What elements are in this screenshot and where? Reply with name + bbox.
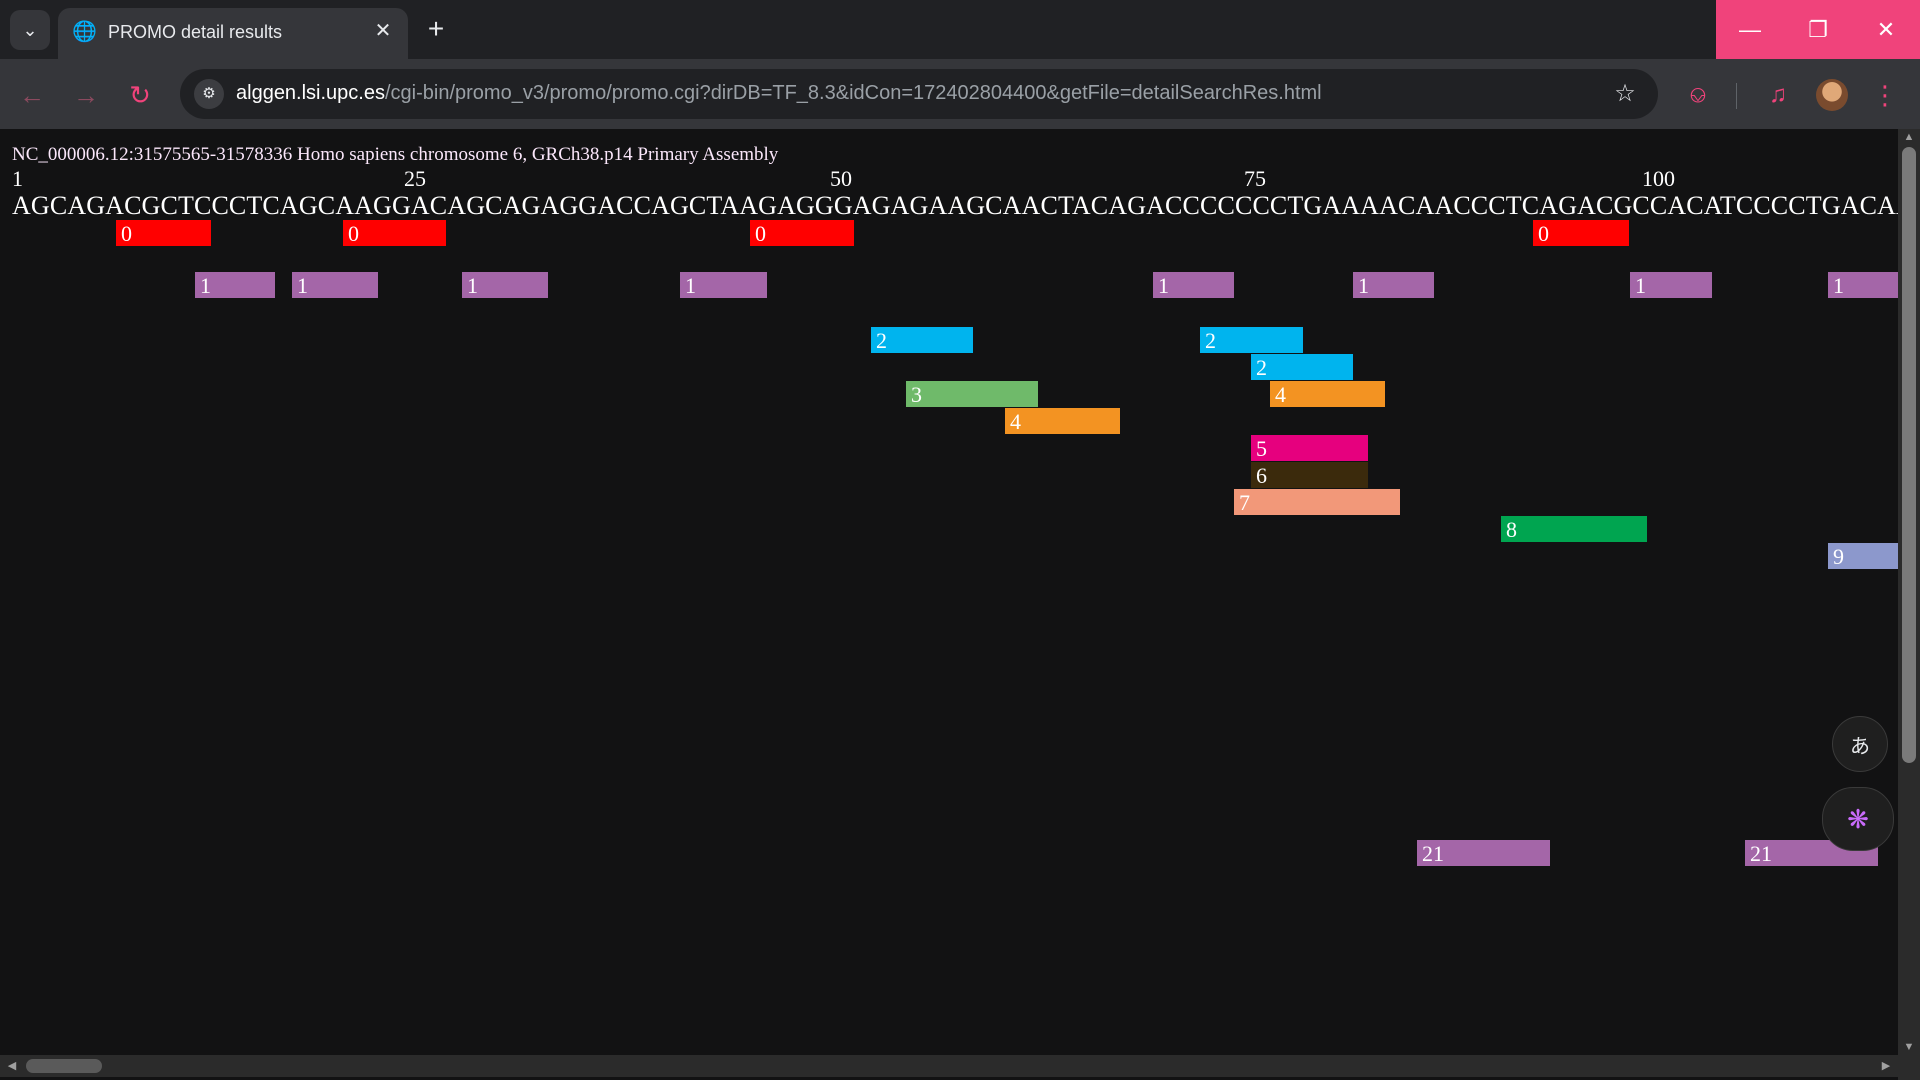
- reload-button[interactable]: ↻: [122, 77, 158, 113]
- binding-site-factor-9[interactable]: 9: [1828, 543, 1898, 569]
- binding-site-factor-2[interactable]: 2: [1251, 354, 1353, 380]
- binding-site-factor-1[interactable]: 1: [1353, 272, 1434, 298]
- scroll-left-icon[interactable]: ◀: [2, 1055, 22, 1077]
- globe-icon: 🌐: [72, 21, 97, 43]
- url-path: /cgi-bin/promo_v3/promo/promo.cgi?dirDB=…: [384, 82, 1322, 104]
- binding-site-factor-1[interactable]: 1: [462, 272, 548, 298]
- binding-site-factor-6[interactable]: 6: [1251, 462, 1368, 488]
- binding-site-factor-0[interactable]: 0: [116, 220, 211, 246]
- tab-title: PROMO detail results: [108, 22, 283, 42]
- site-info-icon[interactable]: ⚙: [194, 79, 224, 109]
- binding-site-factor-7[interactable]: 7: [1234, 489, 1400, 515]
- active-tab[interactable]: 🌐 PROMO detail results ✕: [58, 8, 408, 59]
- horizontal-scrollbar[interactable]: ◀ ▶: [0, 1055, 1898, 1077]
- profile-avatar[interactable]: [1816, 79, 1848, 111]
- ruler-label: 100: [1642, 166, 1675, 191]
- binding-site-factor-4[interactable]: 4: [1005, 408, 1120, 434]
- binding-site-factor-3[interactable]: 3: [906, 381, 1038, 407]
- binding-site-factor-1[interactable]: 1: [1630, 272, 1712, 298]
- translate-icon[interactable]: あ: [1832, 716, 1888, 772]
- binding-site-factor-21[interactable]: 21: [1417, 840, 1550, 866]
- ruler-label: 50: [830, 166, 852, 191]
- binding-site-factor-0[interactable]: 0: [343, 220, 446, 246]
- scroll-right-icon[interactable]: ▶: [1876, 1055, 1896, 1077]
- binding-site-factor-0[interactable]: 0: [1533, 220, 1629, 246]
- binding-site-factor-5[interactable]: 5: [1251, 435, 1368, 461]
- minimize-button[interactable]: —: [1716, 0, 1784, 59]
- vertical-scroll-thumb[interactable]: [1902, 147, 1916, 763]
- back-button[interactable]: ←: [14, 77, 50, 113]
- dna-sequence: AGCAGACGCTCCCTCAGCAAGGACAGCAGAGGACCAGCTA…: [12, 191, 1898, 220]
- sequence-title: NC_000006.12:31575565-31578336 Homo sapi…: [12, 144, 779, 165]
- url-host: alggen.lsi.upc.es: [236, 82, 385, 104]
- url-text: alggen.lsi.upc.es/cgi-bin/promo_v3/promo…: [236, 82, 1322, 105]
- vertical-scrollbar[interactable]: ▲ ▼: [1898, 129, 1920, 1055]
- ai-assistant-icon[interactable]: ❋: [1822, 787, 1894, 851]
- ruler-label: 1: [12, 166, 23, 191]
- ruler-label: 75: [1244, 166, 1266, 191]
- promo-results-page: NC_000006.12:31575565-31578336 Homo sapi…: [0, 129, 1898, 1055]
- extensions-icon[interactable]: ⎉: [1680, 77, 1716, 113]
- binding-site-factor-1[interactable]: 1: [292, 272, 378, 298]
- binding-site-factor-1[interactable]: 1: [680, 272, 767, 298]
- tab-strip: ⌄ 🌐 PROMO detail results ✕ + — ❐ ✕: [0, 0, 1920, 59]
- binding-site-factor-1[interactable]: 1: [195, 272, 275, 298]
- binding-site-factor-1[interactable]: 1: [1828, 272, 1898, 298]
- forward-button[interactable]: →: [68, 77, 104, 113]
- chevron-down-icon: ⌄: [22, 19, 38, 40]
- browser-menu-icon[interactable]: ⋮: [1872, 77, 1898, 113]
- new-tab-button[interactable]: +: [418, 12, 454, 48]
- media-controls-icon[interactable]: ♫: [1760, 77, 1796, 113]
- binding-site-factor-8[interactable]: 8: [1501, 516, 1647, 542]
- binding-site-factor-1[interactable]: 1: [1153, 272, 1234, 298]
- browser-toolbar: ← → ↻ ⚙ alggen.lsi.upc.es/cgi-bin/promo_…: [0, 59, 1920, 129]
- ruler-label: 25: [404, 166, 426, 191]
- binding-site-factor-2[interactable]: 2: [1200, 327, 1303, 353]
- binding-site-factor-2[interactable]: 2: [871, 327, 973, 353]
- binding-site-factor-0[interactable]: 0: [750, 220, 854, 246]
- binding-site-factor-4[interactable]: 4: [1270, 381, 1385, 407]
- address-bar[interactable]: ⚙ alggen.lsi.upc.es/cgi-bin/promo_v3/pro…: [180, 69, 1658, 119]
- close-window-button[interactable]: ✕: [1852, 0, 1920, 59]
- close-tab-icon[interactable]: ✕: [370, 18, 396, 44]
- restore-button[interactable]: ❐: [1784, 0, 1852, 59]
- scrollbar-corner: [1898, 1055, 1920, 1080]
- horizontal-scroll-thumb[interactable]: [26, 1059, 102, 1073]
- scroll-down-icon[interactable]: ▼: [1898, 1039, 1920, 1055]
- toolbar-separator: [1736, 83, 1737, 109]
- tab-search-button[interactable]: ⌄: [10, 10, 50, 50]
- bookmark-star-icon[interactable]: ☆: [1610, 79, 1640, 109]
- scroll-up-icon[interactable]: ▲: [1898, 129, 1920, 145]
